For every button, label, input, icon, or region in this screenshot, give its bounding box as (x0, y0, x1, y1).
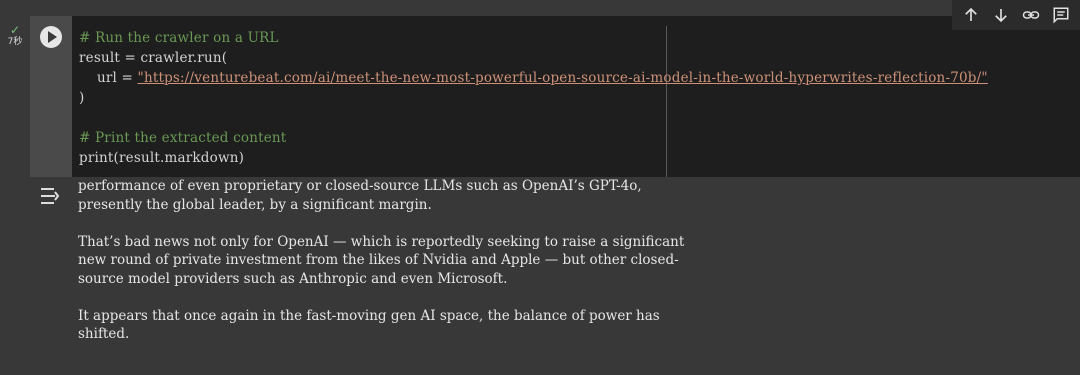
comment-icon (1053, 7, 1069, 24)
check-icon: ✓ (9, 23, 21, 37)
output-paragraph-1: performance of even proprietary or close… (78, 178, 642, 213)
url-string: "https://venturebeat.com/ai/meet-the-new… (137, 70, 988, 86)
play-icon (48, 31, 57, 43)
arrow-down-icon (995, 9, 1007, 23)
code-line-3: url = "https://venturebeat.com/ai/meet-t… (79, 68, 988, 88)
notebook-page: ✓ 7秒 # Run the crawler on a URL result =… (0, 0, 1080, 375)
cell-output: performance of even proprietary or close… (78, 177, 698, 344)
link-cell-button[interactable] (1019, 3, 1043, 27)
line-length-ruler (666, 26, 667, 177)
move-cell-up-button[interactable] (959, 3, 983, 27)
code-line-2: result = crawler.run( (79, 50, 228, 66)
code-line-7: print(result.markdown) (79, 150, 245, 166)
output-actions-icon[interactable] (40, 186, 62, 206)
link-icon (1022, 11, 1040, 19)
cell-toolbar (952, 0, 1080, 30)
output-paragraph-3: It appears that once again in the fast-m… (78, 307, 660, 343)
cell-gutter (30, 16, 72, 177)
execution-status: ✓ 7秒 (0, 24, 30, 47)
output-paragraph-2: That’s bad news not only for OpenAI — wh… (78, 233, 685, 287)
code-line-4: ) (79, 90, 85, 106)
comment-cell-button[interactable] (1049, 3, 1073, 27)
code-line-1: # Run the crawler on a URL (79, 30, 279, 46)
code-editor[interactable]: # Run the crawler on a URL result = craw… (72, 16, 1080, 177)
execution-time: 7秒 (7, 37, 23, 47)
url-param: url = (79, 70, 138, 86)
arrow-up-icon (965, 7, 977, 21)
code-line-6: # Print the extracted content (79, 130, 287, 146)
move-cell-down-button[interactable] (989, 3, 1013, 27)
run-cell-button[interactable] (40, 26, 62, 48)
